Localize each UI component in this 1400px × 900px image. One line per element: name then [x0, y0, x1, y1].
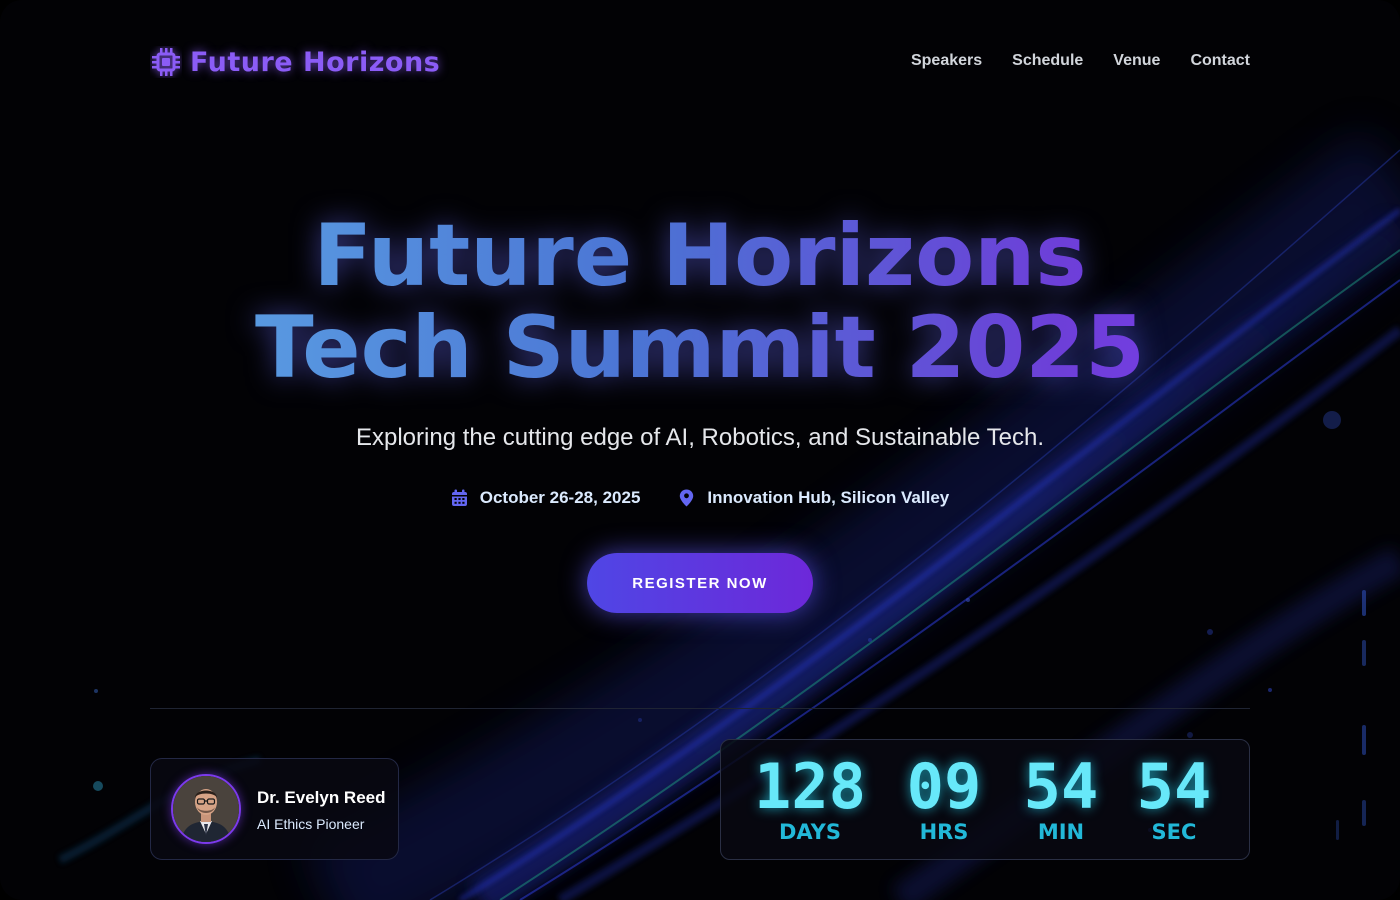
- event-location-text: Innovation Hub, Silicon Valley: [707, 488, 950, 507]
- speaker-avatar: [171, 774, 241, 844]
- countdown-seconds-label: SEC: [1151, 820, 1197, 844]
- countdown-seconds: 54 SEC: [1119, 750, 1229, 845]
- event-meta: October 26-28, 2025 Innovation Hub, Sili…: [0, 487, 1400, 509]
- logo[interactable]: Future Horizons: [150, 44, 440, 80]
- speaker-role: AI Ethics Pioneer: [257, 816, 365, 832]
- event-date: October 26-28, 2025: [451, 487, 641, 509]
- hero-title-line-2: Tech Summit 2025: [255, 298, 1145, 398]
- countdown-minutes-value: 54: [1023, 750, 1099, 823]
- event-location: Innovation Hub, Silicon Valley: [678, 487, 949, 509]
- nav-venue[interactable]: Venue: [1113, 50, 1160, 72]
- speaker-name: Dr. Evelyn Reed: [257, 788, 386, 807]
- cpu-chip-icon: [152, 48, 180, 76]
- countdown-seconds-value: 54: [1136, 750, 1212, 823]
- nav-speakers[interactable]: Speakers: [911, 50, 982, 72]
- countdown-days: 128 DAYS: [745, 750, 875, 845]
- countdown-timer: 128 DAYS 09 HRS 54 MIN 54 SEC: [720, 739, 1250, 860]
- countdown-minutes: 54 MIN: [1006, 750, 1116, 845]
- countdown-hours-value: 09: [906, 750, 982, 823]
- calendar-icon: [451, 489, 467, 506]
- countdown-hours: 09 HRS: [889, 750, 999, 845]
- nav-schedule[interactable]: Schedule: [1012, 50, 1083, 72]
- countdown-days-value: 128: [754, 750, 866, 823]
- hero-title: Future Horizons Tech Summit 2025: [100, 210, 1300, 394]
- page: Future Horizons Speakers Schedule Venue …: [0, 0, 1400, 900]
- section-divider: [150, 708, 1250, 709]
- countdown-minutes-label: MIN: [1037, 820, 1085, 844]
- countdown-hours-label: HRS: [919, 820, 969, 844]
- main-nav: Speakers Schedule Venue Contact: [911, 50, 1250, 72]
- countdown-days-label: DAYS: [778, 820, 841, 844]
- hero-subtitle: Exploring the cutting edge of AI, Roboti…: [355, 424, 1044, 451]
- logo-text: Future Horizons: [190, 46, 441, 78]
- hero-title-line-1: Future Horizons: [313, 206, 1087, 306]
- site-header: Future Horizons Speakers Schedule Venue …: [150, 40, 1250, 84]
- nav-contact[interactable]: Contact: [1190, 50, 1250, 72]
- register-now-button[interactable]: REGISTER NOW: [587, 553, 813, 613]
- speaker-portrait: [173, 776, 239, 842]
- event-date-text: October 26-28, 2025: [479, 488, 641, 507]
- speaker-card[interactable]: Dr. Evelyn Reed AI Ethics Pioneer: [150, 758, 399, 860]
- map-pin-icon: [680, 489, 694, 507]
